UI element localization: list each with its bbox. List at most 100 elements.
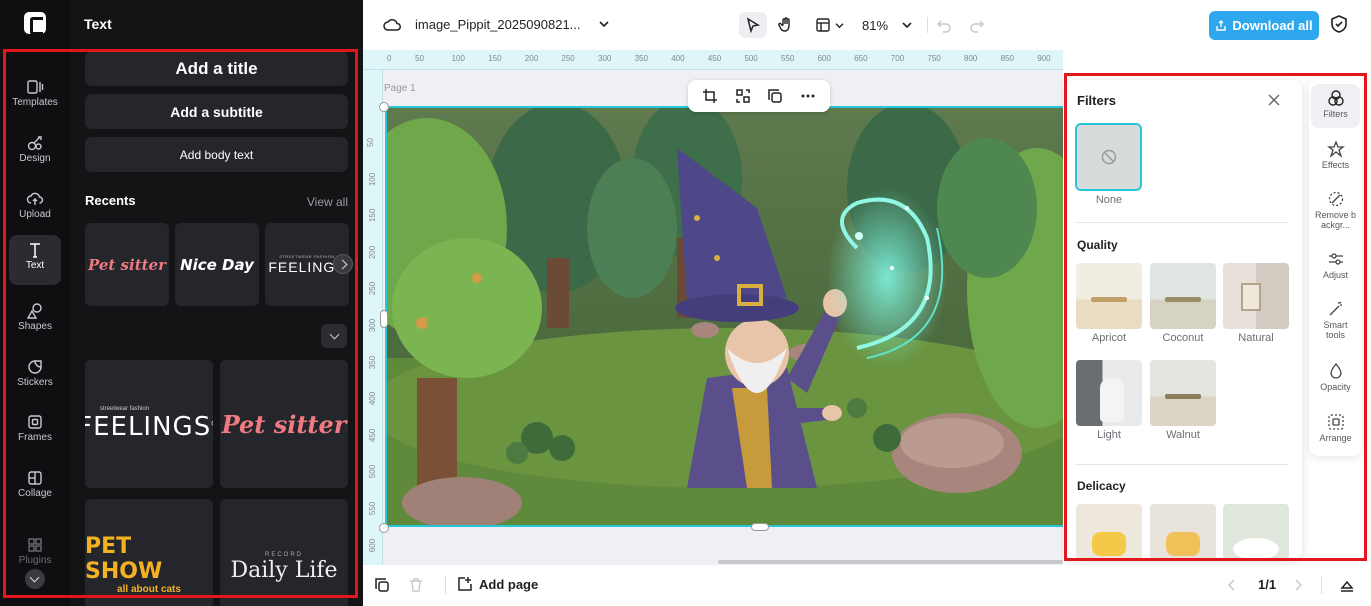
rail-item-collage[interactable]: Collage (9, 463, 61, 513)
divider (927, 17, 928, 33)
recents-next-button[interactable] (333, 254, 353, 274)
ruler-tick-label: 100 (368, 172, 378, 186)
rail-item-templates[interactable]: Templates (9, 72, 61, 122)
tool-filters[interactable]: Filters (1311, 84, 1360, 128)
select-tool-button[interactable] (739, 12, 767, 38)
hand-icon (778, 17, 790, 32)
ruler-tick-label: 700 (890, 54, 905, 63)
cloud-sync-icon[interactable] (383, 16, 401, 34)
add-body-text-button[interactable]: Add body text (85, 137, 348, 172)
filter-none[interactable] (1075, 123, 1142, 191)
upload-icon (26, 192, 44, 205)
no-filter-icon (1101, 149, 1117, 165)
trash-icon[interactable] (408, 577, 424, 593)
expand-rail-button[interactable] (25, 569, 45, 589)
resize-handle[interactable] (751, 523, 769, 531)
tile-subtitle: all about cats (117, 583, 181, 595)
filter-label: Natural (1238, 332, 1274, 344)
rail-item-upload[interactable]: Upload (9, 184, 61, 234)
duplicate-icon[interactable] (767, 88, 783, 104)
recents-heading: Recents (85, 193, 136, 208)
filter-delicacy-2[interactable] (1150, 504, 1216, 560)
prev-page-icon[interactable] (1227, 579, 1237, 591)
layout-tool-button[interactable] (811, 12, 847, 38)
add-title-button[interactable]: Add a title (85, 51, 348, 86)
chevron-down-icon[interactable] (599, 20, 609, 28)
text-template-pet-sitter[interactable]: Pet sitter (220, 360, 348, 488)
add-title-label: Add a title (175, 58, 258, 78)
filters-title: Filters (1077, 93, 1117, 108)
redo-icon[interactable] (969, 17, 985, 33)
download-all-button[interactable]: Download all (1209, 11, 1319, 40)
layers-icon[interactable] (374, 577, 390, 593)
filter-natural[interactable] (1223, 263, 1289, 329)
hand-tool-button[interactable] (773, 12, 799, 38)
expand-panel-icon[interactable] (1339, 577, 1355, 593)
filter-apricot[interactable] (1076, 263, 1142, 329)
text-template-feelings[interactable]: streetwear fashion FEELINGS01 (85, 360, 213, 488)
filter-delicacy-3[interactable] (1223, 504, 1289, 560)
rail-label: Frames (18, 432, 52, 443)
recent-text-style[interactable]: Pet sitter (85, 223, 169, 306)
adjust-icon (1328, 253, 1343, 265)
filter-walnut[interactable] (1150, 360, 1216, 426)
ruler-tick-label: 650 (854, 54, 868, 63)
horizontal-scrollbar[interactable] (718, 560, 1063, 564)
page-label: Page 1 (384, 83, 416, 94)
ruler-tick-label: 0 (387, 54, 392, 63)
shield-icon[interactable] (1330, 14, 1348, 34)
file-name[interactable]: image_Pippit_2025090821... (415, 17, 581, 32)
close-icon[interactable] (1267, 93, 1281, 107)
resize-handle[interactable] (379, 523, 389, 533)
filter-light[interactable] (1076, 360, 1142, 426)
rail-item-design[interactable]: Design (9, 128, 61, 178)
divider (1321, 576, 1322, 594)
tool-label: Adjust (1322, 270, 1348, 280)
add-subtitle-label: Add a subtitle (170, 103, 263, 120)
resize-handle[interactable] (379, 102, 389, 112)
filter-delicacy-1[interactable] (1076, 504, 1142, 560)
view-all-link[interactable]: View all (307, 195, 348, 209)
add-subtitle-button[interactable]: Add a subtitle (85, 94, 348, 129)
rail-item-frames[interactable]: Frames (9, 407, 61, 457)
left-rail: Templates Design Upload Text Shapes Stic… (0, 0, 70, 606)
tool-smart-tools[interactable]: Smart tools (1311, 300, 1360, 340)
recent-text-style[interactable]: Nice Day (175, 223, 259, 306)
ruler-tick-label: 100 (451, 54, 465, 63)
tool-adjust[interactable]: Adjust (1311, 250, 1360, 280)
collapse-recents-button[interactable] (321, 324, 347, 348)
rail-label: Templates (12, 97, 58, 108)
text-template-daily-life[interactable]: RECORD Daily Life (220, 499, 348, 606)
ruler-tick-label: 150 (488, 54, 502, 63)
replace-icon[interactable] (735, 88, 751, 104)
rail-item-shapes[interactable]: Shapes (9, 296, 61, 346)
app-logo-icon[interactable] (24, 12, 46, 35)
ruler-tick-label: 550 (781, 54, 795, 63)
canvas-area[interactable]: 0 50 100 150 200 250 300 350 400 450 500 550 600 650 7… (363, 50, 1063, 565)
add-page-button[interactable]: Add page (457, 576, 538, 592)
next-page-icon[interactable] (1293, 579, 1303, 591)
filter-coconut[interactable] (1150, 263, 1216, 329)
shapes-icon (26, 303, 42, 319)
image-context-toolbar (688, 80, 830, 112)
download-label: Download all (1232, 18, 1313, 33)
ruler-tick-label: 400 (671, 54, 685, 63)
zoom-dropdown[interactable]: 81% (857, 12, 917, 38)
more-icon[interactable] (800, 88, 816, 104)
tool-opacity[interactable]: Opacity (1311, 362, 1360, 392)
crop-icon[interactable] (702, 88, 718, 104)
resize-handle[interactable] (380, 310, 388, 328)
canvas-image-wizard[interactable] (385, 106, 1063, 527)
rail-item-text[interactable]: Text (9, 235, 61, 285)
tool-remove-background[interactable]: Remove backgr... (1311, 190, 1360, 230)
bottom-bar: Add page 1/1 (363, 565, 1371, 606)
design-icon (27, 136, 42, 151)
tool-label: Remove backgr... (1314, 210, 1357, 230)
rail-item-stickers[interactable]: Stickers (9, 352, 61, 402)
text-template-pet-show[interactable]: PET SHOW all about cats (85, 499, 213, 606)
remove-background-icon (1328, 191, 1343, 207)
tool-effects[interactable]: Effects (1311, 140, 1360, 170)
recent-label: Pet sitter (87, 255, 167, 274)
tool-arrange[interactable]: Arrange (1311, 413, 1360, 443)
undo-icon[interactable] (936, 17, 952, 33)
